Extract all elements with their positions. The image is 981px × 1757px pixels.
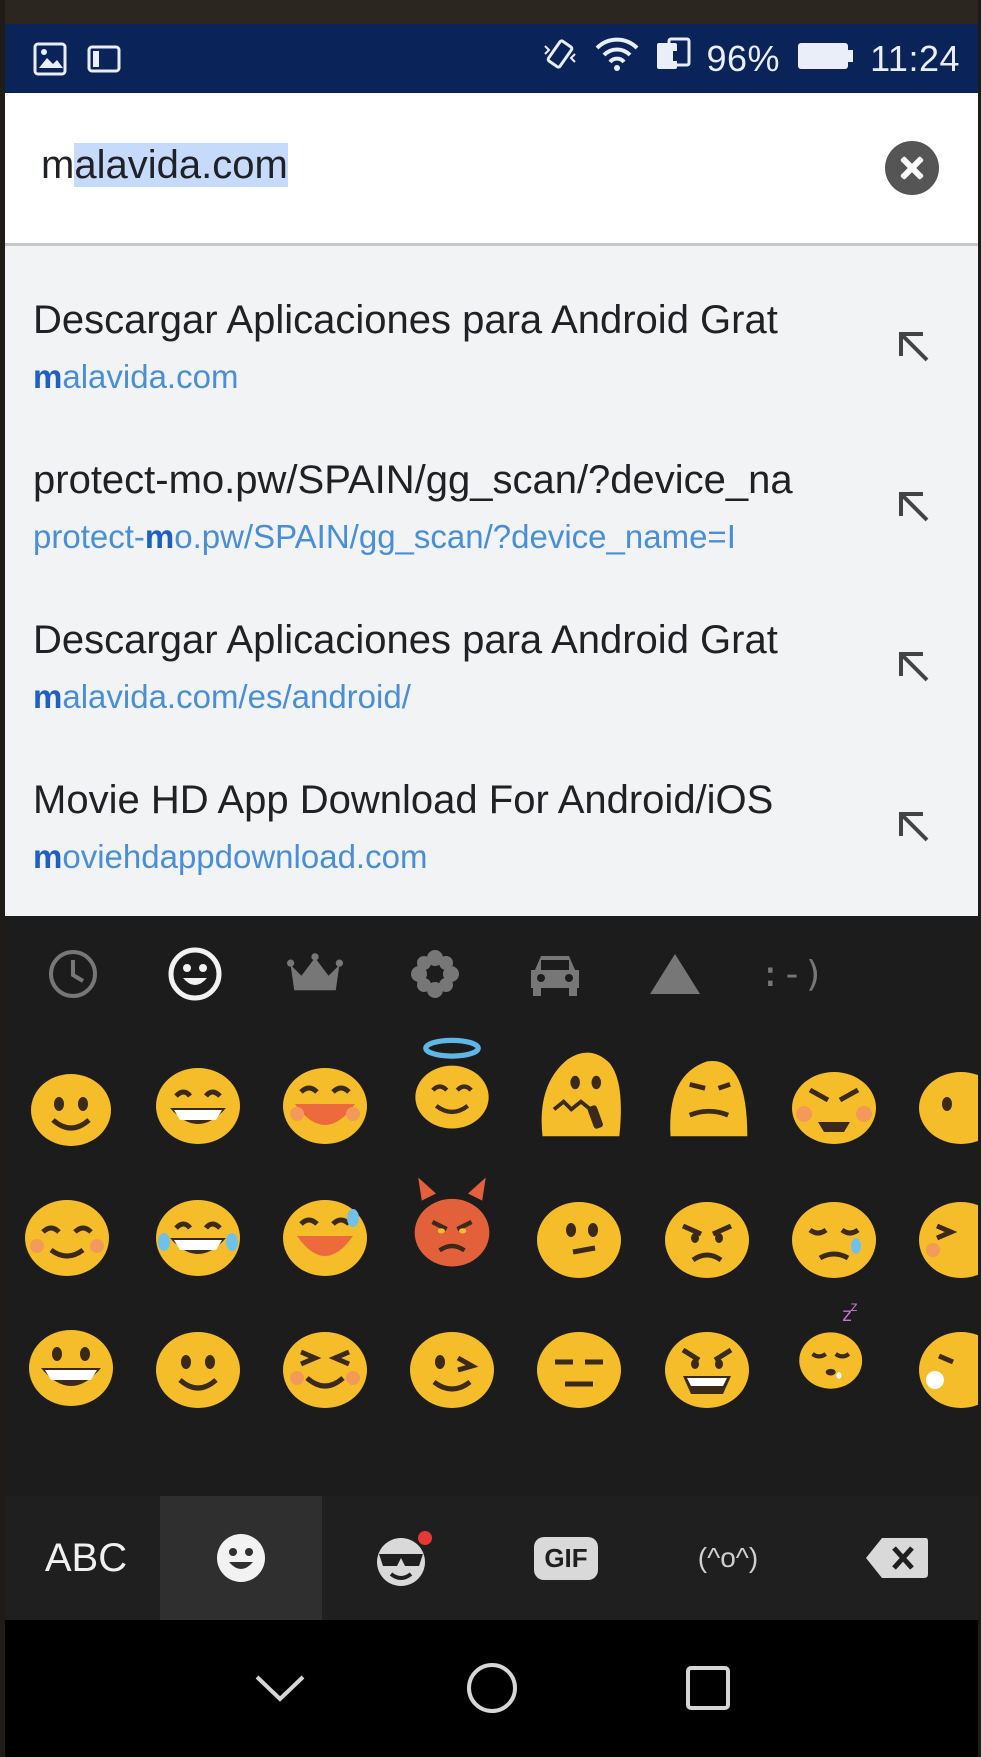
image-notification-icon (33, 42, 67, 81)
emoji-tab-key[interactable] (160, 1496, 322, 1620)
back-chevron-icon[interactable] (245, 1658, 315, 1718)
partial-face-icon[interactable] (913, 1054, 978, 1150)
window-notification-icon (87, 45, 121, 78)
battery-icon (796, 38, 854, 80)
partial-face-icon[interactable] (913, 1186, 978, 1282)
emoji-grid: zz (5, 1026, 978, 1416)
omnibox-input[interactable]: malavida.com (41, 143, 288, 188)
sweat-smile-face-icon[interactable] (277, 1186, 373, 1282)
data-saver-icon (655, 37, 691, 80)
suggestion-item[interactable]: Movie HD App Download For Android/iOS mo… (5, 726, 978, 886)
smiling-face-icon[interactable] (23, 1054, 119, 1150)
refine-arrow-icon[interactable] (893, 806, 935, 848)
backspace-icon (866, 1538, 928, 1578)
car-icon[interactable] (527, 946, 583, 1002)
gif-label: GIF (534, 1536, 598, 1580)
winking-face-icon[interactable] (404, 1316, 500, 1412)
status-right-icons: 96% 11:24 (541, 36, 960, 81)
devil-face-icon[interactable] (404, 1174, 500, 1270)
crown-icon[interactable] (287, 946, 343, 1002)
svg-text:z: z (851, 1300, 858, 1315)
suggestion-url: moviehdappdownload.com (33, 838, 428, 875)
emoji-smiley-icon (217, 1534, 265, 1582)
abc-key[interactable]: ABC (5, 1496, 167, 1620)
omnibox[interactable]: malavida.com (5, 93, 978, 246)
wifi-icon (595, 36, 639, 81)
emoji-category-row: :-) (5, 916, 978, 1026)
sunglasses-face-icon (377, 1531, 432, 1586)
grimacing-grin-face-icon[interactable] (23, 1316, 119, 1412)
home-circle-icon[interactable] (457, 1658, 527, 1718)
zipper-face-icon[interactable] (531, 1046, 627, 1142)
annoyed-face-icon[interactable] (659, 1186, 755, 1282)
recents-square-icon[interactable] (673, 1658, 743, 1718)
suggestion-item[interactable]: Descargar Aplicaciones para Android Grat… (5, 566, 978, 726)
emoji-keyboard: :-) z z ABC GIF (^o^) (5, 916, 978, 1620)
refine-arrow-icon[interactable] (893, 486, 935, 528)
suggestion-list: Descargar Aplicaciones para Android Grat… (5, 246, 978, 916)
refine-arrow-icon[interactable] (893, 326, 935, 368)
persevering-face-icon[interactable] (659, 1316, 755, 1412)
flower-icon[interactable] (407, 946, 463, 1002)
squinting-face-icon[interactable] (277, 1316, 373, 1412)
suggestion-url: malavida.com (33, 358, 239, 395)
angry-face-icon[interactable] (786, 1054, 882, 1150)
status-left-icons (33, 42, 121, 81)
phone-screen: 96% 11:24 malavida.com Descargar Aplicac… (5, 0, 978, 1757)
expressionless-face-icon[interactable] (531, 1316, 627, 1412)
url-typed-text: m (41, 143, 75, 187)
sleeping-face-icon[interactable]: zz (786, 1296, 882, 1392)
vibrate-icon (541, 36, 579, 81)
suggestion-item[interactable]: protect-mo.pw/SPAIN/gg_scan/?device_na p… (5, 406, 978, 566)
suggestion-url: malavida.com/es/android/ (33, 678, 411, 715)
grinning-face-icon[interactable] (150, 1054, 246, 1150)
suggestion-url: protect-mo.pw/SPAIN/gg_scan/?device_name… (33, 518, 736, 555)
top-bezel (5, 0, 978, 24)
emoticon-label: :-) (759, 953, 825, 995)
clear-input-icon[interactable] (885, 141, 939, 195)
navigation-bar (5, 1620, 978, 1757)
suggestion-title: Descargar Aplicaciones para Android Grat (33, 618, 778, 662)
backspace-key[interactable] (816, 1496, 978, 1620)
tears-of-joy-face-icon[interactable] (150, 1186, 246, 1282)
device-frame: 96% 11:24 malavida.com Descargar Aplicac… (0, 0, 981, 1757)
confused-face-icon[interactable] (659, 1046, 755, 1142)
keyboard-bottom-row: ABC GIF (^o^) (5, 1496, 978, 1620)
laughing-face-icon[interactable] (277, 1054, 373, 1150)
recent-icon[interactable] (45, 946, 101, 1002)
slight-smile-face-icon[interactable] (150, 1316, 246, 1412)
sticker-key[interactable] (323, 1496, 485, 1620)
triangle-icon[interactable] (647, 946, 703, 1002)
clock-time: 11:24 (870, 37, 960, 79)
gif-key[interactable]: GIF (485, 1496, 647, 1620)
kaomoji-key[interactable]: (^o^) (647, 1496, 809, 1620)
battery-percent: 96% (706, 37, 781, 79)
halo-face-icon[interactable] (404, 1036, 500, 1132)
suggestion-title: Descargar Aplicaciones para Android Grat (33, 298, 778, 342)
suggestion-item[interactable]: Descargar Aplicaciones para Android Grat… (5, 246, 978, 406)
abc-label: ABC (44, 1535, 128, 1580)
neutral-face-icon[interactable] (531, 1186, 627, 1282)
kaomoji-label: (^o^) (697, 1542, 759, 1573)
refine-arrow-icon[interactable] (893, 646, 935, 688)
smiling-blush-face-icon[interactable] (19, 1186, 115, 1282)
url-autocomplete-selection: alavida.com (74, 143, 288, 187)
partial-face-icon[interactable] (913, 1316, 978, 1412)
suggestion-title: Movie HD App Download For Android/iOS (33, 778, 774, 822)
suggestion-title: protect-mo.pw/SPAIN/gg_scan/?device_na (33, 458, 793, 502)
emoticon-tab[interactable]: :-) (757, 946, 827, 1002)
status-bar: 96% 11:24 (5, 24, 978, 93)
smileys-icon[interactable] (167, 946, 223, 1002)
sad-tear-face-icon[interactable] (786, 1186, 882, 1282)
